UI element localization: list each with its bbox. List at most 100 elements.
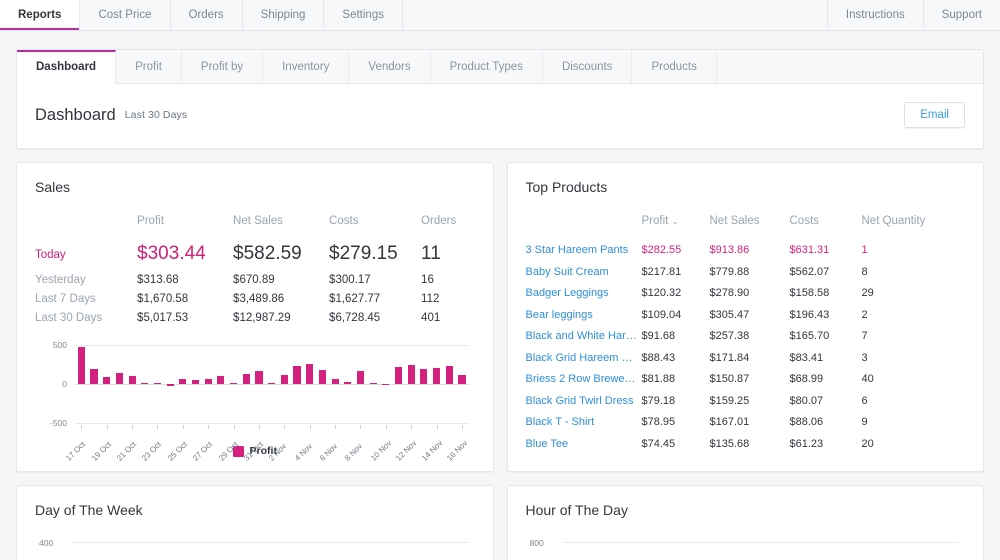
product-name-link[interactable]: Briess 2 Row Brewe… bbox=[526, 373, 642, 395]
chart-bar-cell[interactable] bbox=[202, 345, 215, 423]
chart-bar-cell[interactable] bbox=[443, 345, 456, 423]
chart-x-tick-mark bbox=[183, 425, 184, 429]
top-nav-item-instructions[interactable]: Instructions bbox=[827, 0, 923, 30]
chart-bar-cell[interactable] bbox=[278, 345, 291, 423]
table-row: Black Grid Hareem …$88.43$171.84$83.413 bbox=[526, 352, 966, 374]
product-name-link[interactable]: Blue Tee bbox=[526, 438, 642, 460]
chart-bar bbox=[103, 377, 110, 384]
chart-bar bbox=[205, 379, 212, 384]
product-name-link[interactable]: Baby Suit Cream bbox=[526, 266, 642, 288]
product-costs: $158.58 bbox=[790, 287, 862, 309]
chart-bar-cell[interactable] bbox=[329, 345, 342, 423]
chart-bar-cell[interactable] bbox=[88, 345, 101, 423]
sales-row-label: Last 30 Days bbox=[35, 312, 137, 331]
top-nav-item-support[interactable]: Support bbox=[923, 0, 1000, 30]
product-name-link[interactable]: Black T - Shirt bbox=[526, 416, 642, 438]
chart-bar-cell[interactable] bbox=[177, 345, 190, 423]
tab-profit-by[interactable]: Profit by bbox=[182, 50, 263, 83]
chart-bar-cell[interactable] bbox=[227, 345, 240, 423]
chart-bar-cell[interactable] bbox=[367, 345, 380, 423]
hour-of-day-title: Hour of The Day bbox=[526, 502, 966, 518]
chart-bar bbox=[217, 376, 224, 384]
chart-x-tick-mark bbox=[411, 425, 412, 429]
chart-bar-cell[interactable] bbox=[253, 345, 266, 423]
products-col-profit-label: Profit bbox=[642, 215, 669, 227]
top-nav-item-orders[interactable]: Orders bbox=[171, 0, 243, 30]
chart-bar-cell[interactable] bbox=[354, 345, 367, 423]
chart-bar-cell[interactable] bbox=[303, 345, 316, 423]
product-net-sales: $159.25 bbox=[710, 395, 790, 417]
products-col-net-sales: Net Sales bbox=[710, 215, 790, 244]
chart-bar bbox=[154, 383, 161, 384]
product-costs: $631.31 bbox=[790, 244, 862, 266]
chart-bar-cell[interactable] bbox=[430, 345, 443, 423]
top-nav-item-settings[interactable]: Settings bbox=[324, 0, 403, 30]
product-net-sales: $278.90 bbox=[710, 287, 790, 309]
product-name-link[interactable]: Bear leggings bbox=[526, 309, 642, 331]
products-col-profit[interactable]: Profit⌄ bbox=[642, 215, 710, 244]
product-net-quantity: 1 bbox=[862, 244, 966, 266]
chart-bar-cell[interactable] bbox=[75, 345, 88, 423]
chart-bar-cell[interactable] bbox=[151, 345, 164, 423]
chart-x-tick-mark bbox=[437, 425, 438, 429]
page-title: Dashboard bbox=[35, 106, 116, 125]
product-name-link[interactable]: Black Grid Twirl Dress bbox=[526, 395, 642, 417]
chart-bar-cell[interactable] bbox=[138, 345, 151, 423]
tab-discounts[interactable]: Discounts bbox=[543, 50, 633, 83]
product-name-link[interactable]: Badger Leggings bbox=[526, 287, 642, 309]
chart-x-tick: 21 Oct bbox=[126, 425, 139, 459]
chart-bar-cell[interactable] bbox=[240, 345, 253, 423]
chart-bar-cell[interactable] bbox=[126, 345, 139, 423]
chart-bar-cell[interactable] bbox=[418, 345, 431, 423]
chart-bar-cell[interactable] bbox=[392, 345, 405, 423]
chart-bar-cell[interactable] bbox=[189, 345, 202, 423]
tab-products[interactable]: Products bbox=[632, 50, 716, 83]
table-row: Badger Leggings$120.32$278.90$158.5829 bbox=[526, 287, 966, 309]
sales-card: Sales Profit Net Sales Costs Orders Toda… bbox=[16, 162, 494, 472]
chart-bar bbox=[243, 374, 250, 384]
sales-table-header-row: Profit Net Sales Costs Orders bbox=[35, 215, 475, 243]
chart-bar-cell[interactable] bbox=[380, 345, 393, 423]
product-name-link[interactable]: Black Grid Hareem … bbox=[526, 352, 642, 374]
chart-bar-cell[interactable] bbox=[316, 345, 329, 423]
chart-bar bbox=[433, 368, 440, 384]
chart-x-tick: 12 Nov bbox=[405, 425, 418, 459]
email-button[interactable]: Email bbox=[904, 102, 965, 128]
chart-bar-cell[interactable] bbox=[265, 345, 278, 423]
tab-product-types[interactable]: Product Types bbox=[431, 50, 543, 83]
tab-inventory[interactable]: Inventory bbox=[263, 50, 349, 83]
hour-of-day-chart: 800 bbox=[526, 538, 966, 558]
chart-y-tick-label: -500 bbox=[35, 418, 67, 428]
sales-row-orders: 11 bbox=[421, 243, 474, 274]
top-nav-item-shipping[interactable]: Shipping bbox=[243, 0, 325, 30]
product-net-sales: $150.87 bbox=[710, 373, 790, 395]
chart-bar-cell[interactable] bbox=[341, 345, 354, 423]
chart-bar-cell[interactable] bbox=[215, 345, 228, 423]
top-products-table: Profit⌄ Net Sales Costs Net Quantity 3 S… bbox=[526, 215, 966, 459]
chart-bar-cell[interactable] bbox=[456, 345, 469, 423]
products-col-name bbox=[526, 215, 642, 244]
product-name-link[interactable]: 3 Star Hareem Pants bbox=[526, 244, 642, 266]
chart-bar-cell[interactable] bbox=[291, 345, 304, 423]
sales-row-orders: 112 bbox=[421, 293, 474, 312]
product-profit: $79.18 bbox=[642, 395, 710, 417]
top-nav-item-cost-price[interactable]: Cost Price bbox=[80, 0, 170, 30]
day-of-week-chart: 400 bbox=[35, 538, 475, 558]
chart-bar-cell[interactable] bbox=[113, 345, 126, 423]
chart-x-tick-mark bbox=[310, 425, 311, 429]
chevron-down-icon: ⌄ bbox=[671, 216, 679, 226]
chart-bar-cell[interactable] bbox=[405, 345, 418, 423]
product-name-link[interactable]: Black and White Har… bbox=[526, 330, 642, 352]
chart-bar-cell[interactable] bbox=[164, 345, 177, 423]
product-profit: $282.55 bbox=[642, 244, 710, 266]
tab-profit[interactable]: Profit bbox=[116, 50, 182, 83]
product-net-sales: $305.47 bbox=[710, 309, 790, 331]
tab-dashboard[interactable]: Dashboard bbox=[17, 50, 116, 84]
top-nav-item-reports[interactable]: Reports bbox=[0, 0, 80, 30]
sales-row-costs: $300.17 bbox=[329, 274, 421, 293]
product-profit: $74.45 bbox=[642, 438, 710, 460]
chart-bar-cell[interactable] bbox=[100, 345, 113, 423]
tab-vendors[interactable]: Vendors bbox=[349, 50, 430, 83]
chart-x-tick: 14 Nov bbox=[430, 425, 443, 459]
sales-row-label: Yesterday bbox=[35, 274, 137, 293]
